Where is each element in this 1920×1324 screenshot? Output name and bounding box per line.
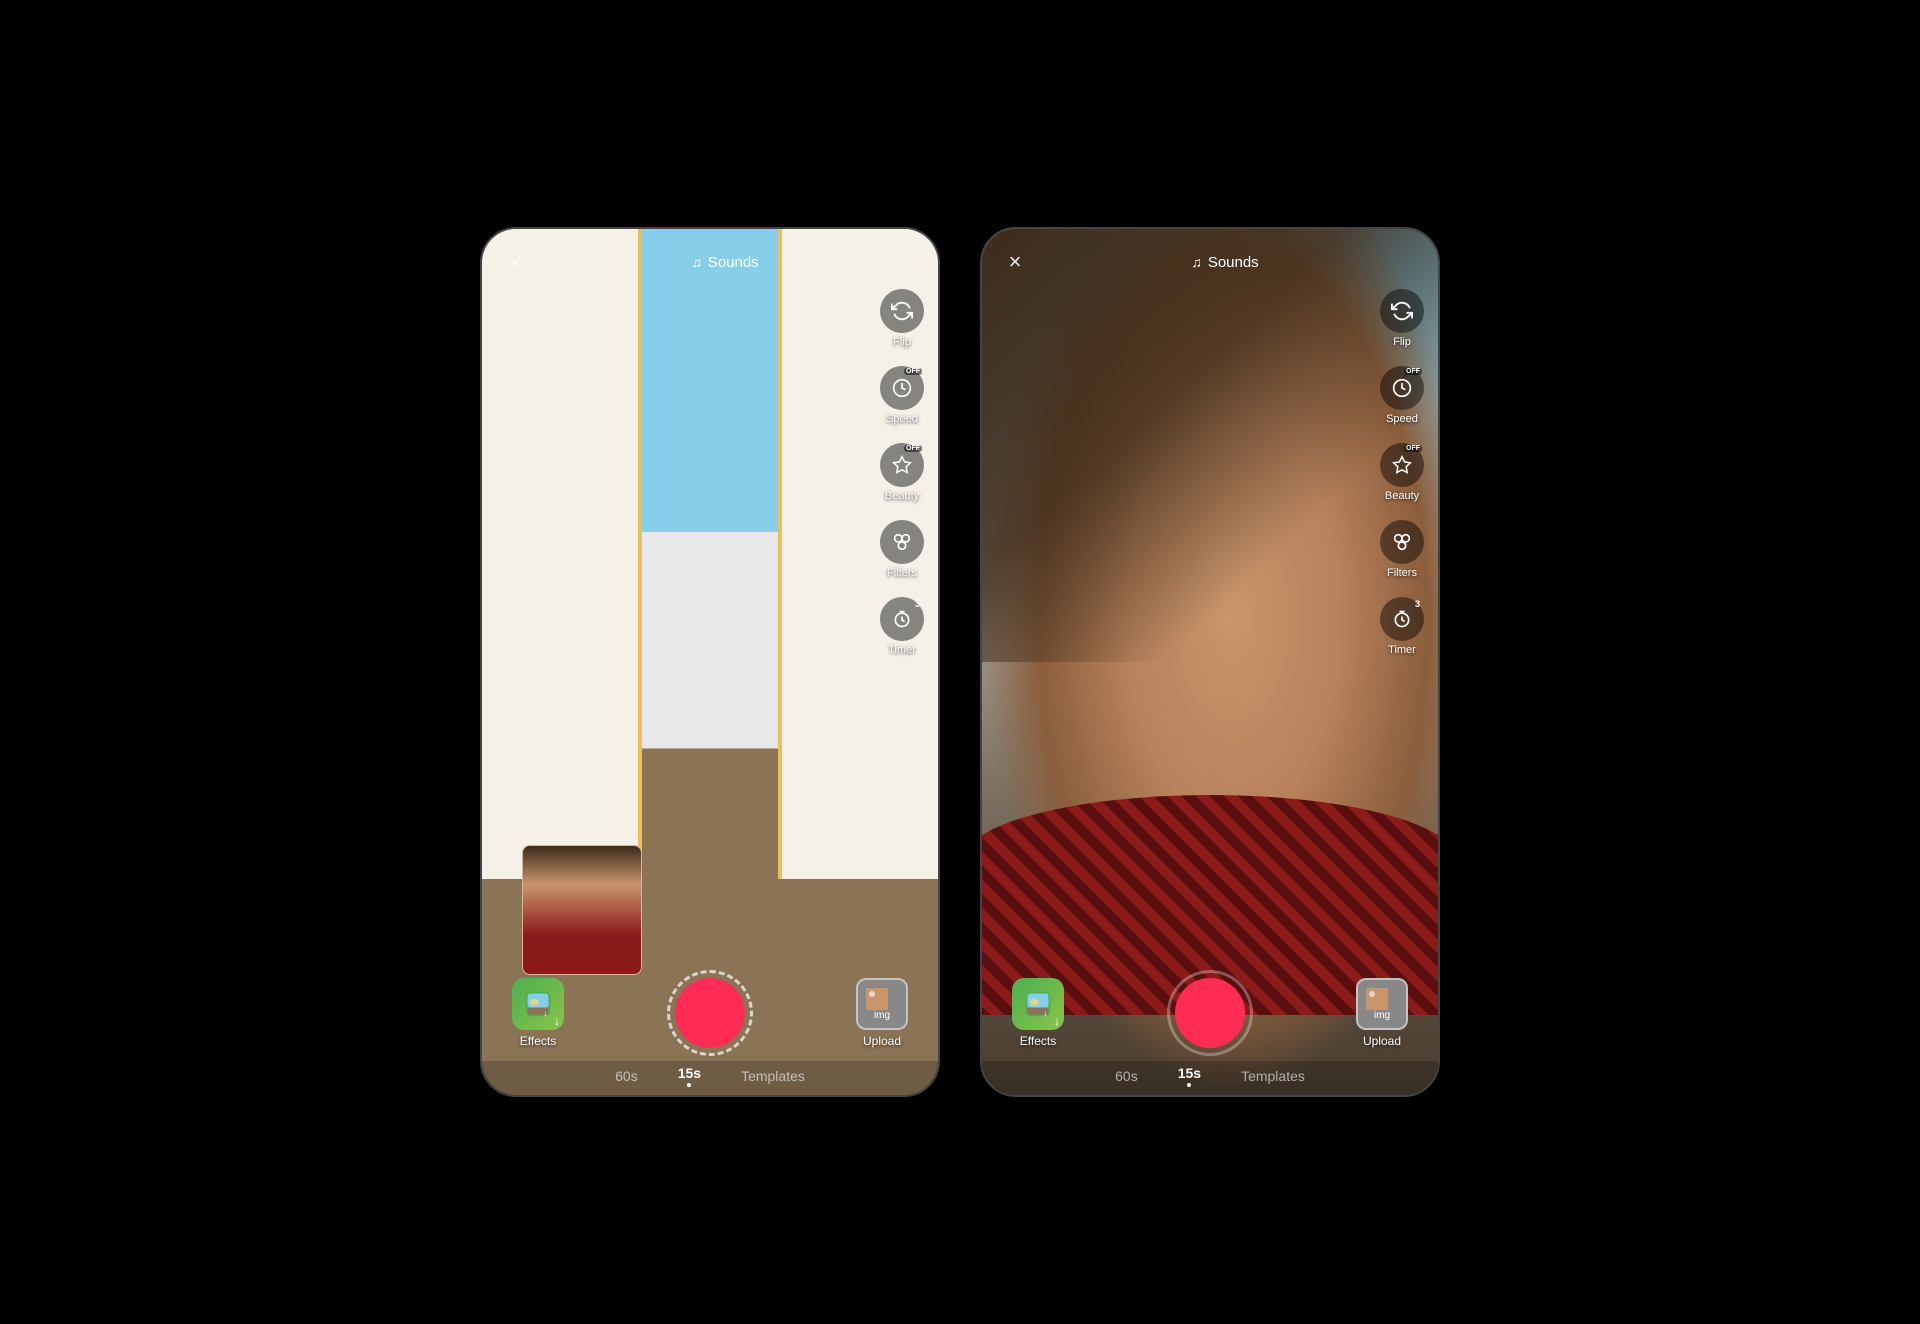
speed-control-2[interactable]: OFF Speed [1380,366,1424,425]
camera-view-2: × ♫ Sounds Fl [982,229,1438,1095]
close-button-1[interactable]: × [500,247,530,277]
speed-icon-2: OFF [1380,366,1424,410]
tab-60s-2[interactable]: 60s [1115,1068,1138,1084]
timer-icon-2: 3 [1380,597,1424,641]
record-button-inner-2 [1175,978,1245,1048]
right-controls-2: Flip OFF Speed [1380,289,1424,656]
flip-label-2: Flip [1393,336,1411,348]
filters-label-2: Filters [1387,567,1417,579]
record-button-inner-1 [675,978,745,1048]
corner-face-1 [523,846,641,974]
timer-badge-1: 3 [915,599,920,609]
bottom-controls-2: ↓ Effects [982,965,1438,1095]
sounds-button-2[interactable]: ♫ Sounds [1191,254,1258,271]
flip-control-2[interactable]: Flip [1380,289,1424,348]
record-row-2: ↓ Effects [982,965,1438,1061]
hair-overlay-2 [982,229,1438,662]
sounds-button-1[interactable]: ♫ Sounds [691,254,758,271]
filters-label-1: Filters [887,567,917,579]
speed-control-1[interactable]: OFF Speed [880,366,924,425]
tab-templates-2[interactable]: Templates [1241,1068,1305,1084]
effects-button-2[interactable]: ↓ Effects [1012,978,1064,1048]
tabs-row-1: 60s 15s Templates [482,1061,938,1095]
record-button-outer-1[interactable] [667,970,753,1056]
svg-text:img: img [874,1010,890,1021]
tabs-row-2: 60s 15s Templates [982,1061,1438,1095]
svg-text:img: img [1374,1010,1390,1021]
top-bar-2: × ♫ Sounds [982,229,1438,277]
bottom-controls-1: ↓ Effects [482,965,938,1095]
speed-off-badge-1: OFF [904,368,922,375]
effects-label-1: Effects [520,1034,556,1048]
timer-icon-1: 3 [880,597,924,641]
upload-button-2[interactable]: img Upload [1356,978,1408,1048]
close-button-2[interactable]: × [1000,247,1030,277]
tab-15s-1[interactable]: 15s [678,1065,701,1087]
effects-icon-2: ↓ [1012,978,1064,1030]
timer-label-1: Timer [888,644,916,656]
upload-button-1[interactable]: img Upload [856,978,908,1048]
tab-60s-1[interactable]: 60s [615,1068,638,1084]
svg-text:↓: ↓ [1043,1008,1047,1018]
screens-container: × ♫ Sounds Fl [480,227,1440,1097]
timer-label-2: Timer [1388,644,1416,656]
effects-button-1[interactable]: ↓ Effects [512,978,564,1048]
building-left-1 [482,229,642,879]
sounds-label-1: Sounds [708,254,759,271]
speed-off-badge-2: OFF [1404,368,1422,375]
tab-active-dot-1 [687,1083,691,1087]
right-controls-1: Flip OFF Speed [880,289,924,656]
tab-15s-label-2: 15s [1178,1065,1201,1081]
tab-15s-2[interactable]: 15s [1178,1065,1201,1087]
speed-label-1: Speed [886,413,918,425]
timer-badge-2: 3 [1415,599,1420,609]
filters-control-1[interactable]: Filters [880,520,924,579]
upload-icon-2: img [1356,978,1408,1030]
beauty-icon-1: OFF [880,443,924,487]
upload-label-2: Upload [1363,1034,1401,1048]
top-bar-1: × ♫ Sounds [482,229,938,277]
tab-active-dot-2 [1187,1083,1191,1087]
effects-icon-1: ↓ [512,978,564,1030]
effects-label-2: Effects [1020,1034,1056,1048]
beauty-control-1[interactable]: OFF Beauty [880,443,924,502]
upload-icon-1: img [856,978,908,1030]
filters-icon-2 [1380,520,1424,564]
beauty-label-1: Beauty [885,490,919,502]
upload-label-1: Upload [863,1034,901,1048]
phone-wrapper-1: × ♫ Sounds Fl [480,227,940,1097]
sounds-label-2: Sounds [1208,254,1259,271]
record-button-outer-2[interactable] [1167,970,1253,1056]
speed-icon-1: OFF [880,366,924,410]
corner-preview-1 [522,845,642,975]
timer-control-1[interactable]: 3 Timer [880,597,924,656]
sounds-icon-2: ♫ [1191,254,1202,270]
camera-view-1: × ♫ Sounds Fl [482,229,938,1095]
beauty-icon-2: OFF [1380,443,1424,487]
speed-label-2: Speed [1386,413,1418,425]
beauty-off-badge-1: OFF [904,445,922,452]
sounds-icon-1: ♫ [691,254,702,270]
phone-screen-2: × ♫ Sounds Fl [980,227,1440,1097]
filters-control-2[interactable]: Filters [1380,520,1424,579]
beauty-label-2: Beauty [1385,490,1419,502]
flip-icon-1 [880,289,924,333]
timer-control-2[interactable]: 3 Timer [1380,597,1424,656]
tab-15s-label-1: 15s [678,1065,701,1081]
phone-wrapper-2: × ♫ Sounds Fl [980,227,1440,1097]
beauty-off-badge-2: OFF [1404,445,1422,452]
phone-screen-1: × ♫ Sounds Fl [480,227,940,1097]
svg-text:↓: ↓ [543,1008,547,1018]
record-row-1: ↓ Effects [482,965,938,1061]
tab-templates-1[interactable]: Templates [741,1068,805,1084]
flip-control-1[interactable]: Flip [880,289,924,348]
beauty-control-2[interactable]: OFF Beauty [1380,443,1424,502]
filters-icon-1 [880,520,924,564]
flip-label-1: Flip [893,336,911,348]
flip-icon-2 [1380,289,1424,333]
